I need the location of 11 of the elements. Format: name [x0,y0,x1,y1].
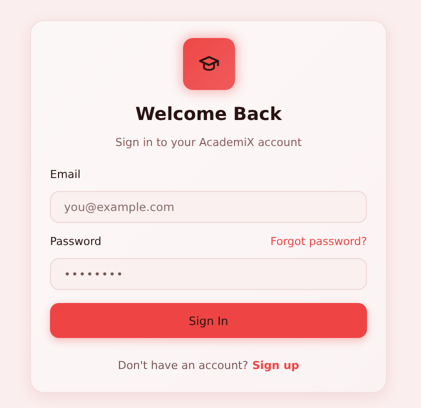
forgot-password-link[interactable]: Forgot password? [270,235,367,248]
subtitle: Sign in to your AcademiX account [114,136,303,149]
footer-text: Don't have an account? [118,359,248,372]
email-label: Email [50,168,81,181]
welcome-title: Welcome Back [134,104,283,125]
graduation-cap-icon [198,55,218,73]
sign-in-button[interactable]: Sign In [50,303,367,338]
password-label: Password [50,235,102,248]
email-field[interactable]: you@example.com [50,191,367,223]
password-field[interactable]: •••••••• [50,258,367,290]
sign-up-link[interactable]: Sign up [252,359,300,372]
